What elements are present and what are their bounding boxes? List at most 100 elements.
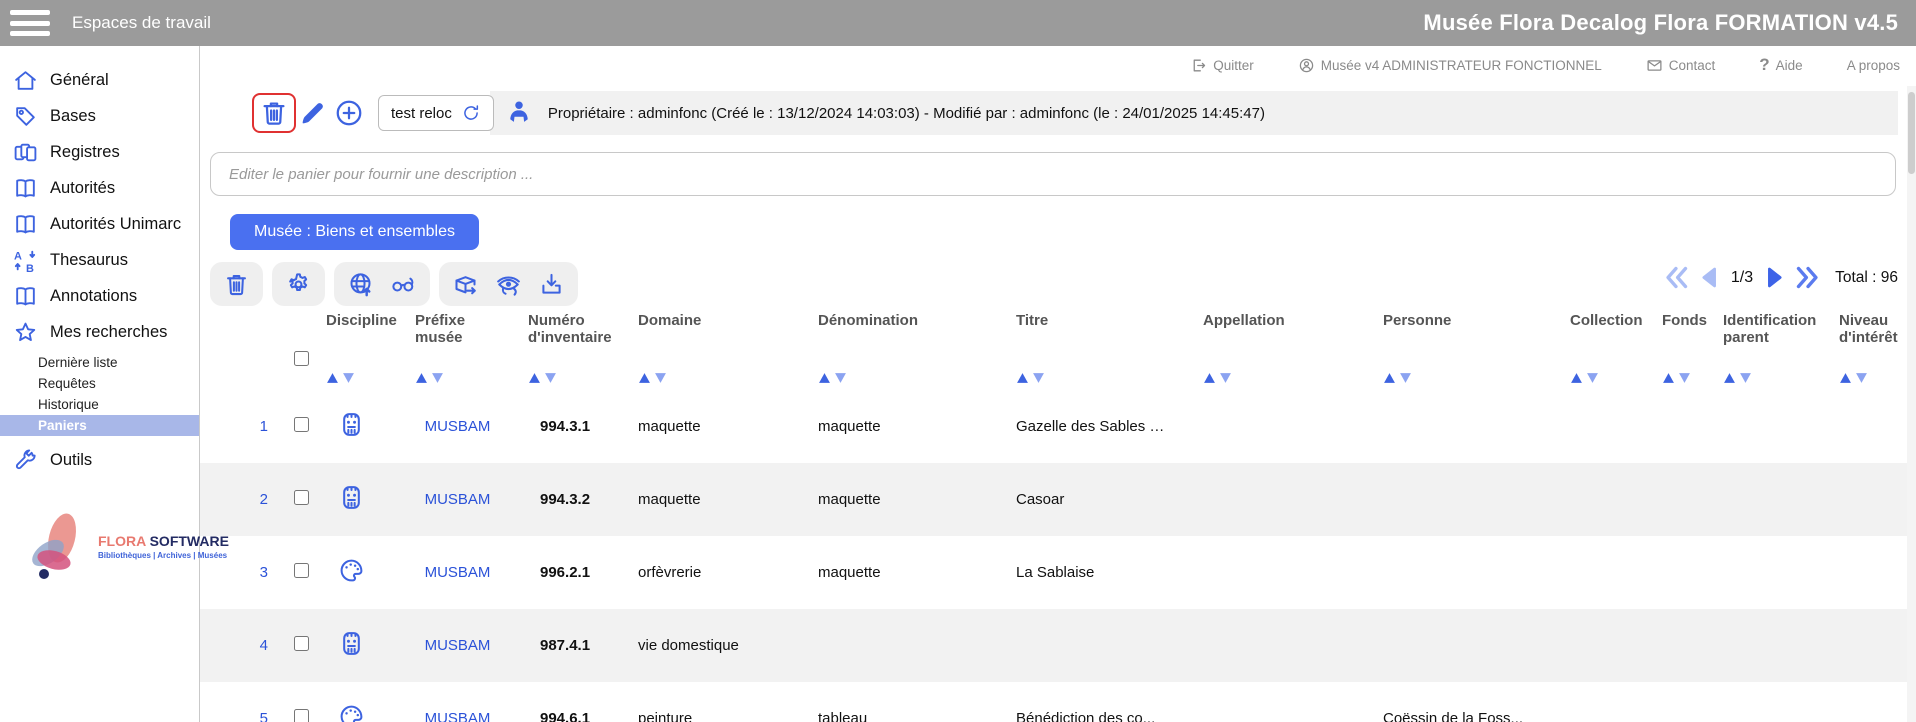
download-icon	[538, 271, 565, 298]
sort-icons[interactable]	[1570, 372, 1646, 384]
fonds	[1650, 536, 1711, 609]
sidebar-item-outils[interactable]: Outils	[0, 442, 199, 478]
header-label: Numéro d'inventaire	[528, 312, 622, 347]
personne	[1371, 609, 1558, 682]
prefixe-musee-link[interactable]: MUSBAM	[425, 564, 491, 581]
box-export-button[interactable]	[452, 271, 479, 298]
denomination: maquette	[806, 390, 1004, 463]
refresh-icon[interactable]	[461, 103, 481, 123]
sidebar-item-bases[interactable]: Bases	[0, 98, 199, 134]
main-content: Quitter Musée v4 ADMINISTRATEUR FONCTION…	[200, 46, 1916, 722]
prev-page-button[interactable]	[1696, 264, 1723, 291]
trash-button[interactable]	[223, 271, 250, 298]
next-page-button[interactable]	[1761, 264, 1788, 291]
sort-icons[interactable]	[528, 372, 622, 384]
scrollbar-thumb[interactable]	[1908, 92, 1915, 174]
pencil-icon	[298, 98, 328, 128]
row-number-link[interactable]: 3	[260, 564, 268, 581]
row-checkbox[interactable]	[294, 709, 309, 722]
denomination	[806, 609, 1004, 682]
niveau-interet	[1827, 682, 1913, 722]
aide-link[interactable]: ?Aide	[1759, 55, 1802, 75]
sort-icons[interactable]	[1383, 372, 1554, 384]
niveau-interet	[1827, 463, 1913, 536]
header-domaine: Domaine	[626, 310, 806, 390]
owner-info: Propriétaire : adminfonc (Créé le : 13/1…	[548, 105, 1265, 122]
vertical-scrollbar[interactable]	[1907, 86, 1916, 722]
contact-link[interactable]: Contact	[1646, 57, 1716, 74]
header-prefixe-musee: Préfixe musée	[403, 310, 516, 390]
table-row: 4MUSBAM987.4.1vie domestique	[200, 609, 1913, 682]
sidebar-item-thesaurus[interactable]: ABThesaurus	[0, 242, 199, 278]
fonds	[1650, 463, 1711, 536]
basket-name-selector[interactable]: test reloc	[378, 95, 494, 131]
personne	[1371, 536, 1558, 609]
palette-icon	[338, 557, 365, 584]
row-number-link[interactable]: 5	[260, 710, 268, 722]
quitter-link[interactable]: Quitter	[1190, 57, 1254, 74]
sort-icons[interactable]	[1723, 372, 1823, 384]
numero-inventaire: 994.6.1	[516, 682, 626, 722]
sidebar-subitem-derniere-liste[interactable]: Dernière liste	[0, 352, 199, 373]
assign-user-icon[interactable]	[504, 98, 534, 128]
sidebar-sub-list: Dernière listeRequêtesHistoriquePaniers	[0, 352, 199, 436]
edit-basket-button[interactable]	[298, 98, 328, 128]
prefixe-musee-link[interactable]: MUSBAM	[425, 637, 491, 654]
sidebar-subitem-historique[interactable]: Historique	[0, 394, 199, 415]
row-number-link[interactable]: 1	[260, 418, 268, 435]
row-number-link[interactable]: 4	[260, 637, 268, 654]
gear-button[interactable]	[285, 271, 312, 298]
sort-icons[interactable]	[1203, 372, 1367, 384]
row-checkbox[interactable]	[294, 417, 309, 432]
sort-icons[interactable]	[415, 372, 512, 384]
select-all-checkbox[interactable]	[294, 351, 309, 366]
prefixe-musee-link[interactable]: MUSBAM	[425, 710, 491, 722]
hamburger-icon[interactable]	[10, 8, 50, 38]
home-icon	[13, 68, 38, 93]
sort-icons[interactable]	[326, 372, 399, 384]
mask-icon	[338, 630, 365, 657]
sidebar-item-autorites-unimarc[interactable]: Autorités Unimarc	[0, 206, 199, 242]
row-checkbox[interactable]	[294, 490, 309, 505]
last-page-button[interactable]	[1794, 264, 1821, 291]
apropos-link[interactable]: A propos	[1847, 58, 1900, 73]
add-basket-button[interactable]	[334, 98, 364, 128]
sidebar-item-mes-recherches[interactable]: Mes recherches	[0, 314, 199, 350]
sidebar-item-registres[interactable]: Registres	[0, 134, 199, 170]
first-page-button[interactable]	[1663, 264, 1690, 291]
sort-icons[interactable]	[818, 372, 1000, 384]
prefixe-musee-link[interactable]: MUSBAM	[425, 418, 491, 435]
row-number-link[interactable]: 2	[260, 491, 268, 508]
sidebar-item-general[interactable]: Général	[0, 62, 199, 98]
prefixe-musee-link[interactable]: MUSBAM	[425, 491, 491, 508]
sort-icons[interactable]	[1839, 372, 1909, 384]
sidebar-item-annotations[interactable]: Annotations	[0, 278, 199, 314]
download-button[interactable]	[538, 271, 565, 298]
sidebar-subitem-requetes[interactable]: Requêtes	[0, 373, 199, 394]
glasses-button[interactable]	[390, 271, 417, 298]
basket-description-input[interactable]	[210, 152, 1896, 196]
plus-circle-icon	[334, 98, 364, 128]
table-row: 3MUSBAM996.2.1orfèvreriemaquetteLa Sabla…	[200, 536, 1913, 609]
sort-icons[interactable]	[1662, 372, 1707, 384]
delete-basket-button[interactable]	[252, 93, 296, 133]
globe-upload-button[interactable]	[347, 271, 374, 298]
row-checkbox[interactable]	[294, 636, 309, 651]
row-checkbox[interactable]	[294, 563, 309, 578]
list-toolbar-groups	[210, 262, 587, 306]
fonds	[1650, 390, 1711, 463]
eye-horus-button[interactable]	[495, 271, 522, 298]
identification-parent	[1711, 682, 1827, 722]
current-user[interactable]: Musée v4 ADMINISTRATEUR FONCTIONNEL	[1298, 57, 1602, 74]
sort-icons[interactable]	[1016, 372, 1187, 384]
sidebar-item-autorites[interactable]: Autorités	[0, 170, 199, 206]
sidebar-subitem-paniers[interactable]: Paniers	[0, 415, 199, 436]
question-icon: ?	[1759, 55, 1769, 75]
titre: La Sablaise	[1004, 536, 1191, 609]
header-titre: Titre	[1004, 310, 1191, 390]
header-label: Titre	[1016, 312, 1187, 329]
sort-icons[interactable]	[638, 372, 802, 384]
identification-parent	[1711, 536, 1827, 609]
tab-musee-biens[interactable]: Musée : Biens et ensembles	[230, 214, 479, 250]
appellation	[1191, 609, 1371, 682]
